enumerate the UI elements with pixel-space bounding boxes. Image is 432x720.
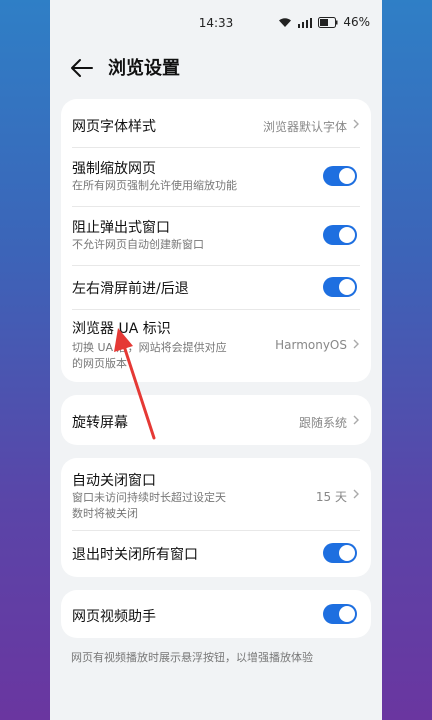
- settings-card-rotate: 旋转屏幕 跟随系统: [61, 395, 371, 445]
- chevron-right-icon: [353, 119, 359, 129]
- auto-close-label: 自动关闭窗口: [72, 473, 156, 489]
- swipe-nav-toggle[interactable]: [323, 277, 357, 297]
- chevron-right-icon: [353, 339, 359, 349]
- video-helper-footnote: 网页有视频播放时展示悬浮按钮，以增强播放体验: [71, 651, 313, 664]
- settings-card-windows: 自动关闭窗口 窗口未访问持续时长超过设定天 数时将被关闭 15 天 退出时关闭所…: [61, 458, 371, 577]
- block-popup-label: 阻止弹出式窗口: [72, 220, 170, 236]
- ua-desc-line1: 切换 UA 后，网站将会提供对应: [72, 341, 227, 354]
- rotate-row[interactable]: 旋转屏幕 跟随系统: [61, 395, 371, 445]
- swipe-nav-label: 左右滑屏前进/后退: [72, 281, 189, 297]
- font-style-row[interactable]: 网页字体样式 浏览器默认字体: [61, 99, 371, 147]
- chevron-right-icon: [353, 415, 359, 425]
- chevron-right-icon: [353, 489, 359, 499]
- battery-percent: 46%: [343, 15, 370, 29]
- auto-close-value: 15 天: [315, 490, 347, 504]
- settings-card-video: 网页视频助手: [61, 590, 371, 638]
- auto-close-desc-line2: 数时将被关闭: [72, 507, 138, 520]
- close-on-exit-row: 退出时关闭所有窗口: [61, 530, 371, 577]
- ua-row[interactable]: 浏览器 UA 标识 切换 UA 后，网站将会提供对应 的网页版本 Harmony…: [61, 309, 371, 382]
- page-title: 浏览设置: [108, 58, 180, 79]
- font-style-label: 网页字体样式: [72, 119, 156, 135]
- status-icons: 46%: [278, 15, 370, 29]
- font-style-value: 浏览器默认字体: [262, 120, 347, 134]
- settings-card-general: 网页字体样式 浏览器默认字体 强制缩放网页 在所有网页强制允许使用缩放功能 阻止…: [61, 99, 371, 382]
- wifi-icon: [279, 17, 292, 27]
- back-arrow-icon[interactable]: [68, 54, 96, 82]
- status-bar: 14:33 46%: [50, 0, 382, 44]
- force-zoom-label: 强制缩放网页: [72, 161, 156, 177]
- video-helper-label: 网页视频助手: [72, 609, 156, 625]
- video-helper-toggle[interactable]: [323, 604, 357, 624]
- auto-close-row[interactable]: 自动关闭窗口 窗口未访问持续时长超过设定天 数时将被关闭 15 天: [61, 458, 371, 530]
- rotate-label: 旋转屏幕: [72, 415, 128, 431]
- video-helper-row: 网页视频助手: [61, 590, 371, 638]
- ua-desc-line2: 的网页版本: [72, 357, 127, 370]
- block-popup-row: 阻止弹出式窗口 不允许网页自动创建新窗口: [61, 206, 371, 265]
- ua-value: HarmonyOS: [275, 338, 347, 352]
- block-popup-toggle[interactable]: [323, 225, 357, 245]
- signal-icon: [298, 17, 313, 28]
- battery-icon: [318, 16, 338, 28]
- ua-label: 浏览器 UA 标识: [72, 321, 171, 337]
- close-on-exit-toggle[interactable]: [323, 543, 357, 563]
- close-on-exit-label: 退出时关闭所有窗口: [72, 547, 198, 563]
- force-zoom-desc: 在所有网页强制允许使用缩放功能: [72, 179, 237, 192]
- rotate-value: 跟随系统: [298, 416, 347, 430]
- page-header: 浏览设置: [50, 44, 382, 92]
- force-zoom-toggle[interactable]: [323, 166, 357, 186]
- force-zoom-row: 强制缩放网页 在所有网页强制允许使用缩放功能: [61, 147, 371, 206]
- auto-close-desc-line1: 窗口未访问持续时长超过设定天: [72, 491, 226, 504]
- block-popup-desc: 不允许网页自动创建新窗口: [72, 238, 204, 251]
- swipe-nav-row: 左右滑屏前进/后退: [61, 265, 371, 309]
- phone-screen: 14:33 46% 浏览设置 网页字体样式 浏览器默认字体 强制缩放网页 在所有…: [50, 0, 382, 720]
